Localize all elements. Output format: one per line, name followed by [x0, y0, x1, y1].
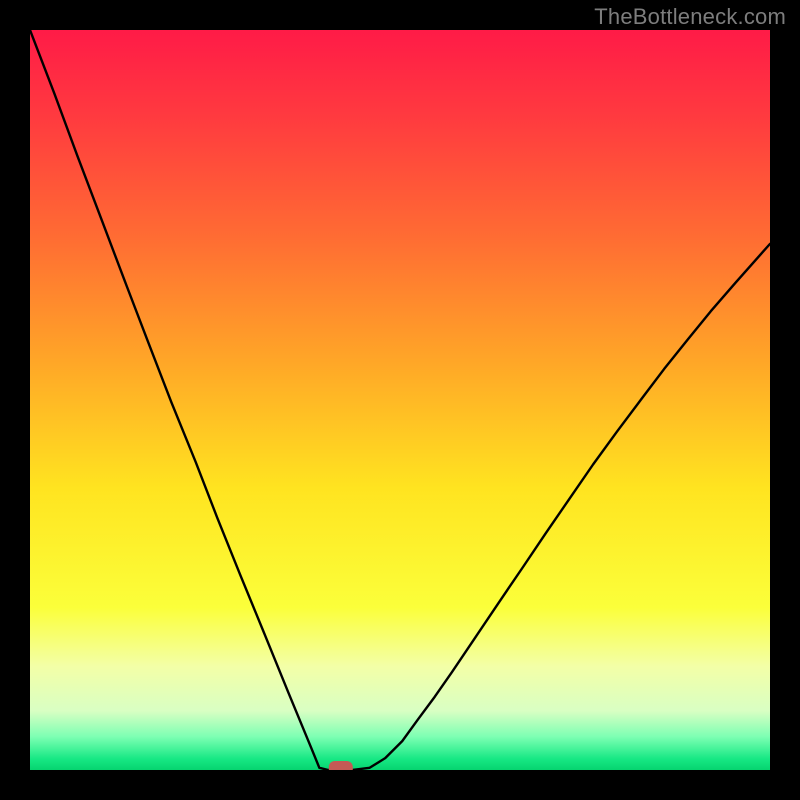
chart-svg: [30, 30, 770, 770]
gradient-background: [30, 30, 770, 770]
watermark-text: TheBottleneck.com: [594, 4, 786, 30]
optimal-marker: [329, 761, 353, 770]
plot-area: [30, 30, 770, 770]
chart-frame: TheBottleneck.com: [0, 0, 800, 800]
